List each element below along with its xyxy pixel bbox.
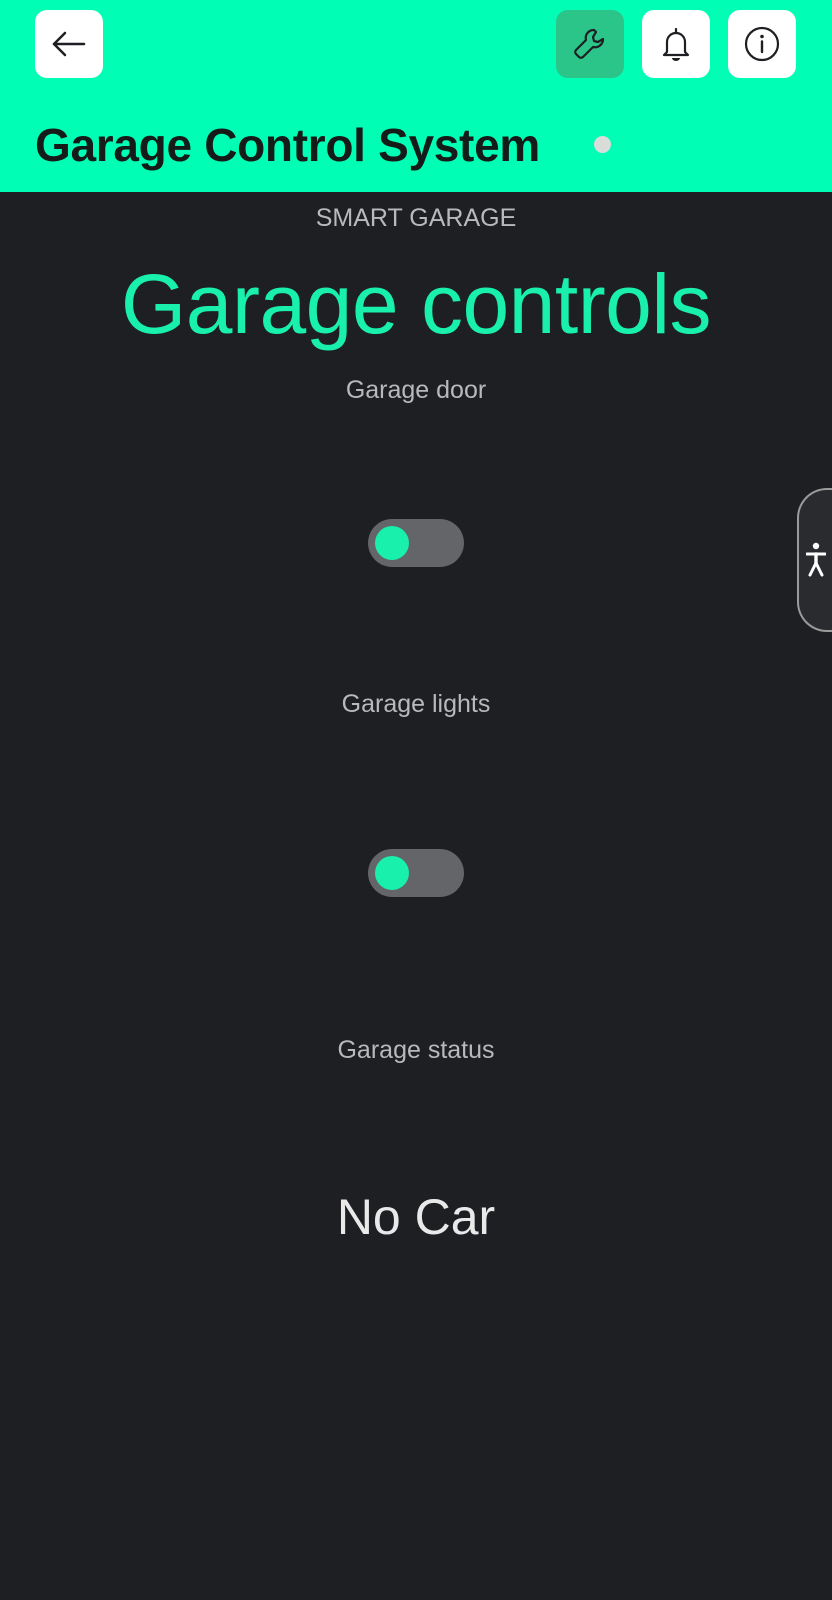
- wrench-icon: [574, 28, 605, 59]
- garage-door-label: Garage door: [345, 376, 487, 404]
- garage-door-toggle[interactable]: [368, 519, 464, 567]
- connection-status-dot: [594, 136, 611, 153]
- garage-status-value: No Car: [336, 1189, 496, 1245]
- info-button[interactable]: [728, 10, 796, 78]
- info-icon: [744, 26, 780, 62]
- garage-status-label: Garage status: [337, 1036, 495, 1064]
- notifications-button[interactable]: [642, 10, 710, 78]
- garage-lights-label: Garage lights: [341, 690, 491, 718]
- toggle-knob: [375, 526, 409, 560]
- section-heading: Garage controls: [120, 257, 712, 351]
- header-bar: Garage Control System: [0, 0, 832, 192]
- toggle-knob: [375, 856, 409, 890]
- back-button[interactable]: [35, 10, 103, 78]
- app-screen: Garage Control System SMART GARAGE Garag…: [0, 0, 832, 1600]
- accessibility-button[interactable]: [797, 488, 832, 632]
- settings-tool-button[interactable]: [556, 10, 624, 78]
- page-title: Garage Control System: [35, 119, 540, 171]
- garage-lights-toggle[interactable]: [368, 849, 464, 897]
- section-eyebrow: SMART GARAGE: [315, 204, 517, 232]
- accessibility-person-icon: [806, 542, 826, 577]
- bell-icon: [662, 27, 690, 61]
- arrow-left-icon: [52, 31, 86, 57]
